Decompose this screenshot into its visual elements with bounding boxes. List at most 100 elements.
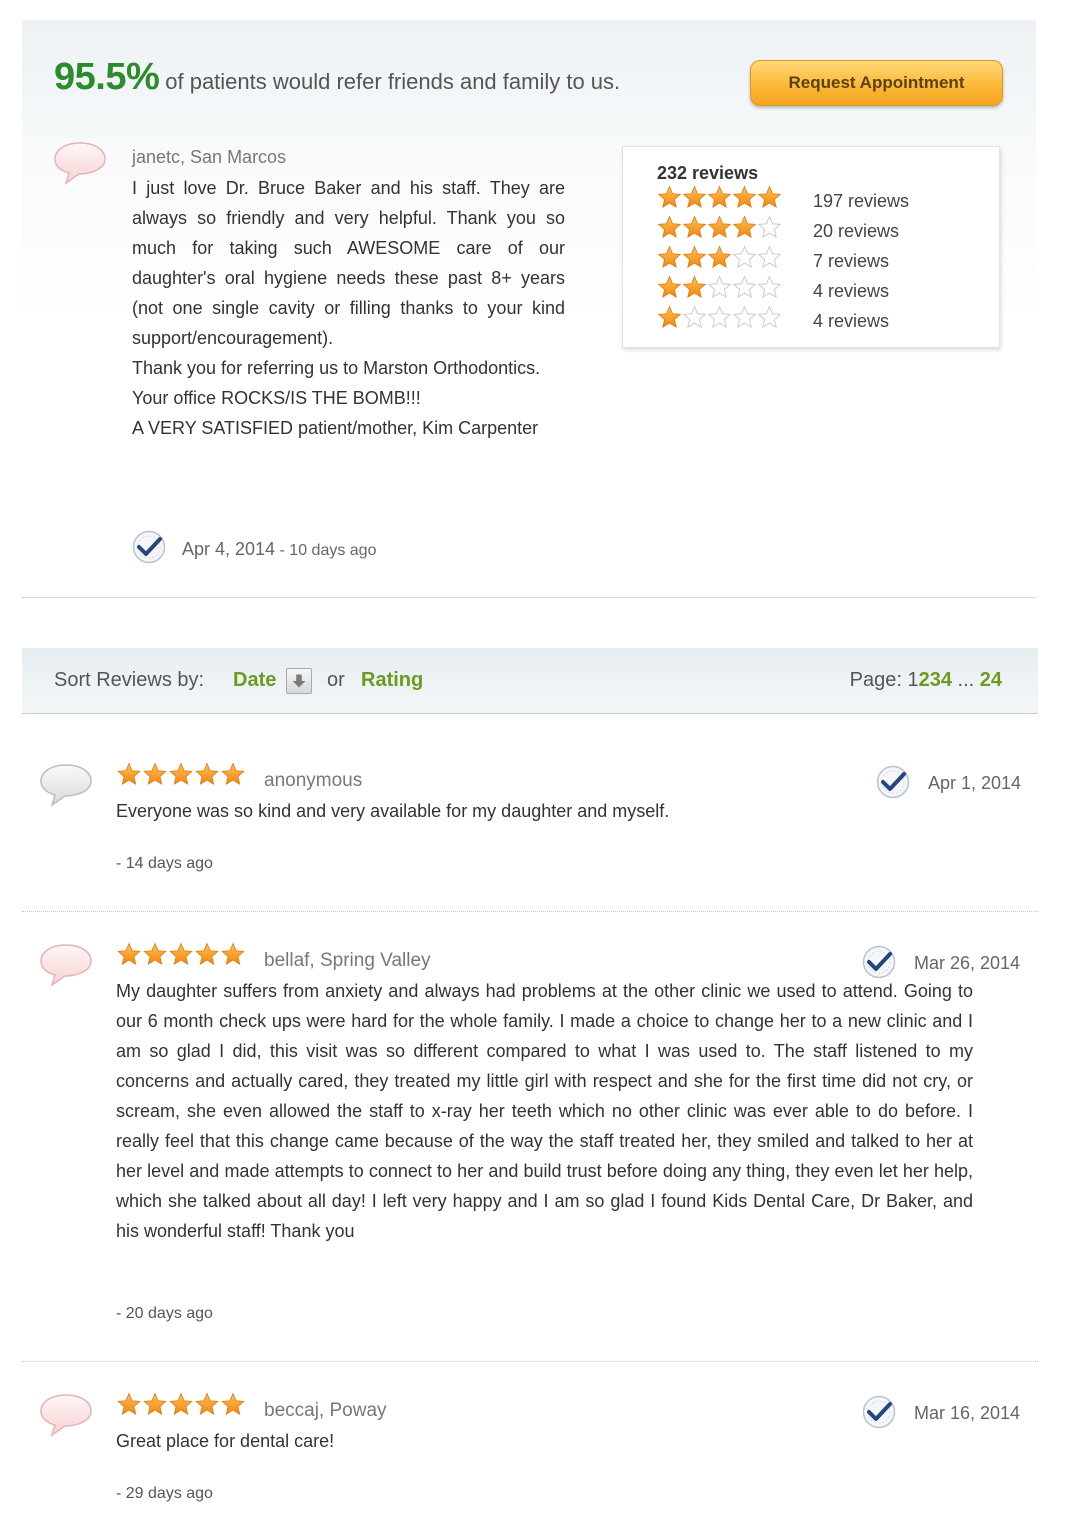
page-current: 1 <box>907 669 919 691</box>
verified-check-icon <box>876 765 910 799</box>
review-item: anonymous Apr 1, 2014 Everyone was so ki… <box>22 740 1038 912</box>
referral-tagline: of patients would refer friends and fami… <box>165 69 621 94</box>
review-date: Mar 16, 2014 <box>914 1403 1021 1423</box>
star-filled-icon <box>117 1392 141 1415</box>
review-author: bellaf, Spring Valley <box>264 950 431 971</box>
star-filled-icon <box>221 942 245 965</box>
review-date: Apr 1, 2014 <box>928 773 1022 793</box>
star-filled-icon <box>682 275 707 298</box>
featured-review-date-text: Apr 4, 2014 <box>182 539 276 559</box>
star-filled-icon <box>732 185 757 208</box>
featured-review-body: I just love Dr. Bruce Baker and his staf… <box>132 173 565 443</box>
sort-down-arrow-icon[interactable] <box>286 668 312 694</box>
speech-bubble-icon <box>40 1394 92 1437</box>
star-rating <box>116 762 246 786</box>
rating-row-1[interactable]: 4 reviews <box>657 305 987 335</box>
star-empty-icon <box>682 305 707 329</box>
star-filled-icon <box>682 215 707 238</box>
sort-by-date-link[interactable]: Date <box>233 669 276 692</box>
rating-row-5[interactable]: 197 reviews <box>657 185 987 215</box>
star-filled-icon <box>143 762 167 785</box>
review-body: Great place for dental care! <box>116 1431 335 1451</box>
star-empty-icon <box>732 305 757 329</box>
page-link[interactable]: 2 <box>919 669 930 691</box>
pagination: Page: 1234 ... 24 <box>850 669 1002 692</box>
star-empty-icon <box>757 305 782 329</box>
sort-or-text: or <box>327 669 345 691</box>
request-appointment-button[interactable]: Request Appointment <box>750 60 1003 106</box>
review-ago: - 29 days ago <box>116 1485 213 1502</box>
star-filled-icon <box>117 942 141 965</box>
rating-summary: 232 reviews 197 reviews 20 reviews 7 rev… <box>622 146 1000 348</box>
page-link[interactable]: 3 <box>930 669 941 691</box>
rating-row-4[interactable]: 20 reviews <box>657 215 987 245</box>
star-filled-icon <box>169 942 193 965</box>
star-filled-icon <box>195 1392 219 1415</box>
star-filled-icon <box>221 762 245 785</box>
star-rating <box>657 275 782 299</box>
page-link-last[interactable]: 24 <box>980 669 1002 691</box>
star-filled-icon <box>707 215 732 238</box>
star-empty-icon <box>757 275 782 299</box>
speech-bubble-icon <box>40 944 92 987</box>
verified-check-icon <box>132 530 166 564</box>
star-filled-icon <box>657 245 682 268</box>
featured-review-paragraph: Your office ROCKS/IS THE BOMB!!! <box>132 388 421 408</box>
rating-count: 20 reviews <box>813 221 900 241</box>
review-author: beccaj, Poway <box>264 1400 387 1421</box>
rating-count: 4 reviews <box>813 311 890 331</box>
page-link[interactable]: 4 <box>941 669 952 691</box>
star-rating <box>657 185 782 209</box>
star-filled-icon <box>221 1392 245 1415</box>
featured-review-paragraph: I just love Dr. Bruce Baker and his staf… <box>132 178 565 348</box>
page-ellipsis: ... <box>957 669 975 691</box>
star-empty-icon <box>757 245 782 269</box>
star-filled-icon <box>169 762 193 785</box>
star-empty-icon <box>732 245 757 269</box>
sort-label: Sort Reviews by: <box>54 669 205 691</box>
speech-bubble-icon <box>54 142 106 185</box>
star-filled-icon <box>143 1392 167 1415</box>
star-rating <box>116 1392 246 1416</box>
rating-row-2[interactable]: 4 reviews <box>657 275 987 305</box>
star-rating <box>657 215 782 239</box>
sort-by-rating-link[interactable]: Rating <box>361 669 423 692</box>
referral-percent: 95.5% <box>54 56 160 98</box>
rating-count: 197 reviews <box>813 191 910 211</box>
star-filled-icon <box>117 762 141 785</box>
star-filled-icon <box>682 245 707 268</box>
featured-review-paragraph: A VERY SATISFIED patient/mother, Kim Car… <box>132 418 539 438</box>
star-filled-icon <box>707 245 732 268</box>
star-filled-icon <box>707 185 732 208</box>
speech-bubble-icon <box>40 764 92 807</box>
star-rating <box>116 942 246 966</box>
star-filled-icon <box>143 942 167 965</box>
star-rating <box>657 305 782 329</box>
star-empty-icon <box>707 275 732 299</box>
review-divider <box>22 1361 1038 1362</box>
star-empty-icon <box>707 305 732 329</box>
review-item: bellaf, Spring Valley Mar 26, 2014 My da… <box>22 920 1038 1362</box>
star-filled-icon <box>657 275 682 298</box>
referral-headline: 95.5% of patients would refer friends and… <box>54 56 620 99</box>
rating-row-3[interactable]: 7 reviews <box>657 245 987 275</box>
featured-review-ago: - 10 days ago <box>275 542 377 559</box>
review-ago: - 14 days ago <box>116 855 213 872</box>
verified-check-icon <box>862 1395 896 1429</box>
featured-review-date: Apr 4, 2014 - 10 days ago <box>182 539 376 560</box>
referral-panel: 95.5% of patients would refer friends and… <box>22 20 1036 598</box>
star-filled-icon <box>169 1392 193 1415</box>
star-filled-icon <box>757 185 782 208</box>
review-divider <box>22 911 1038 912</box>
verified-check-icon <box>862 945 896 979</box>
sort-bar: Sort Reviews by: Date or Rating Page: 12… <box>22 648 1038 714</box>
review-author: anonymous <box>264 770 363 791</box>
review-ago: - 20 days ago <box>116 1305 213 1322</box>
review-item: beccaj, Poway Mar 16, 2014 Great place f… <box>22 1370 1038 1520</box>
total-reviews: 232 reviews <box>657 163 759 183</box>
star-empty-icon <box>732 275 757 299</box>
star-rating <box>657 245 782 269</box>
rating-count: 4 reviews <box>813 281 890 301</box>
rating-count: 7 reviews <box>813 251 890 271</box>
review-body: My daughter suffers from anxiety and alw… <box>116 981 973 1241</box>
